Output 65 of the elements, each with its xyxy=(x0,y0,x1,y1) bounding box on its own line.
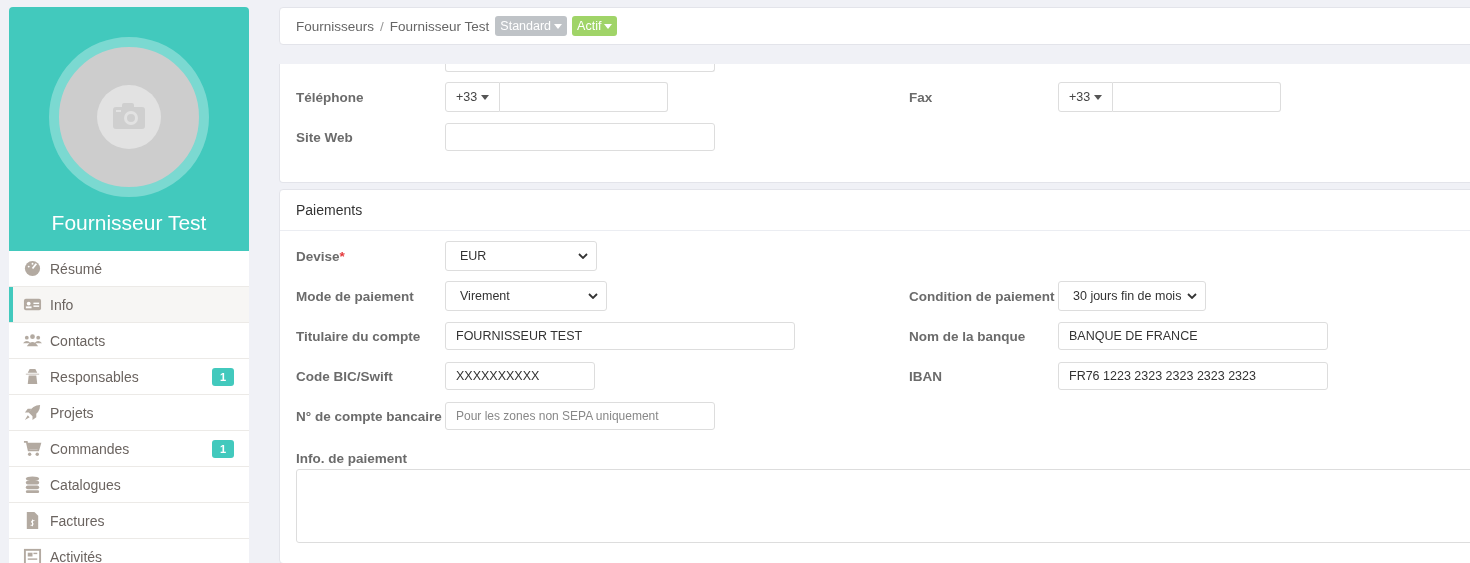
input-field[interactable]: XXXXXXXXXX xyxy=(445,362,595,390)
sidebar-item[interactable]: Projets xyxy=(9,395,249,431)
rocket-icon xyxy=(23,403,42,422)
select-dropdown[interactable]: 30 jours fin de mois xyxy=(1058,281,1206,311)
cart-icon xyxy=(23,439,42,458)
chevron-down-icon xyxy=(1187,293,1197,299)
field-label: Mode de paiement xyxy=(296,288,414,304)
input-field[interactable]: BANQUE DE FRANCE xyxy=(1058,322,1328,350)
field-label: Nom de la banque xyxy=(909,328,1026,344)
country-code-dropdown[interactable]: +33 xyxy=(1058,82,1113,112)
field-label: Titulaire du compte xyxy=(296,328,421,344)
select-dropdown[interactable]: EUR xyxy=(445,241,597,271)
field-label: Info. de paiement xyxy=(296,451,408,466)
caret-icon xyxy=(1094,94,1103,100)
sidebar-label: Commandes xyxy=(50,440,131,457)
sidebar-item[interactable]: Catalogues xyxy=(9,467,249,503)
sidebar-label: Factures xyxy=(50,512,106,529)
count-badge: 1 xyxy=(211,439,234,458)
input-field[interactable]: FR76 1223 2323 2323 2323 2323 xyxy=(1058,362,1328,390)
input-field[interactable]: Pour les zones non SEPA uniquement xyxy=(445,402,715,430)
select-dropdown[interactable]: Virement xyxy=(445,281,607,311)
sidebar-item[interactable]: Contacts xyxy=(9,323,249,359)
input-field[interactable] xyxy=(445,123,715,151)
chevron-down-icon xyxy=(588,293,598,299)
count-badge: 1 xyxy=(211,367,234,386)
breadcrumb-current: Fournisseur Test xyxy=(389,18,490,34)
sidebar-label: Responsables xyxy=(50,368,140,385)
sidebar-item[interactable]: Résumé xyxy=(9,251,249,287)
country-code-dropdown[interactable]: +33 xyxy=(445,82,500,112)
field-label: Devise xyxy=(296,248,340,264)
field-label: Code BIC/Swift xyxy=(296,368,393,384)
input-field[interactable] xyxy=(445,64,715,72)
field-label: Fax xyxy=(909,89,934,105)
section-title: Paiements xyxy=(280,190,1470,231)
supplier-name: Fournisseur Test xyxy=(51,211,207,235)
phone-input[interactable] xyxy=(500,82,668,112)
caret-icon xyxy=(604,23,613,29)
field-label: Site Web xyxy=(296,129,354,145)
sidebar-item[interactable]: Factures xyxy=(9,503,249,539)
caret-icon xyxy=(554,23,563,29)
sidebar-label: Résumé xyxy=(50,260,104,277)
chevron-down-icon xyxy=(578,253,588,259)
sidebar-label: Catalogues xyxy=(50,476,122,493)
field-label: Téléphone xyxy=(296,89,365,105)
field-label: N° de compte bancaire xyxy=(296,408,442,424)
sidebar-label: Activités xyxy=(50,548,104,563)
sidebar-item[interactable]: Info xyxy=(9,287,249,323)
breadcrumb-link[interactable]: Fournisseurs xyxy=(296,18,375,34)
text-area[interactable] xyxy=(296,469,1470,543)
sidebar-label: Projets xyxy=(50,404,95,421)
breadcrumb-separator: / xyxy=(380,18,384,34)
sidebar-item[interactable]: Commandes 1 xyxy=(9,431,249,467)
database-icon xyxy=(23,475,42,494)
input-field[interactable]: FOURNISSEUR TEST xyxy=(445,322,795,350)
sidebar-item[interactable]: Activités xyxy=(9,539,249,563)
phone-input[interactable] xyxy=(1113,82,1281,112)
sidebar-item[interactable]: Responsables 1 xyxy=(9,359,249,395)
field-label: Condition de paiement xyxy=(909,288,1055,304)
field-label: IBAN xyxy=(909,368,942,384)
news-icon xyxy=(23,547,42,563)
caret-icon xyxy=(481,94,490,100)
sidebar-label: Info xyxy=(50,296,75,313)
gauge-icon xyxy=(23,259,42,278)
required-mark: * xyxy=(339,248,345,264)
sidebar-label: Contacts xyxy=(50,332,107,349)
